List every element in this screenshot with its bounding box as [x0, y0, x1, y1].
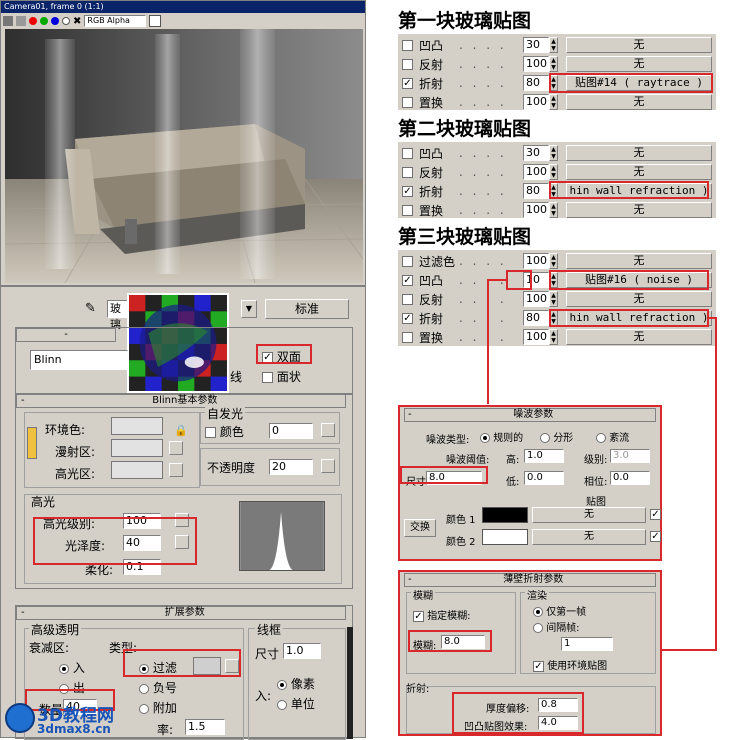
- every-nth-radio[interactable]: 间隔帧:: [533, 619, 580, 634]
- apply-blur-check: ✓: [413, 610, 424, 622]
- noise-color2-map-button[interactable]: 无: [532, 529, 646, 545]
- noise-color1-map-checkbox[interactable]: ✓: [650, 509, 661, 520]
- use-env-checkbox[interactable]: ✓ 使用环境贴图: [533, 657, 607, 672]
- use-env-check: ✓: [533, 660, 544, 672]
- thinwall-render-group: 渲染 仅第一帧 间隔帧: 1 ✓ 使用环境贴图: [520, 587, 656, 674]
- highlight-noise-size: [400, 466, 488, 484]
- highlight-blur: [408, 630, 492, 652]
- highlight-thickness-bump: [452, 692, 584, 734]
- apply-blur-checkbox[interactable]: ✓ 指定模糊:: [413, 607, 471, 622]
- noise-maps-label: 贴图: [586, 497, 606, 508]
- first-frame-label: 仅第一帧: [546, 607, 587, 618]
- every-nth-value[interactable]: 1: [561, 637, 613, 651]
- thinwall-blur-title: 模糊: [411, 587, 435, 602]
- noise-phase-value[interactable]: 0.0: [610, 471, 650, 485]
- noise-swap-button[interactable]: 交换: [404, 519, 436, 537]
- noise-fractal-radio-dot: [540, 433, 550, 443]
- apply-blur-label: 指定模糊:: [427, 611, 471, 622]
- noise-fractal-radio[interactable]: 分形: [540, 429, 573, 444]
- noise-phase-label: 相位:: [584, 477, 608, 488]
- noise-low-value[interactable]: 0.0: [524, 471, 564, 485]
- noise-type-label: 噪波类型:: [426, 435, 470, 446]
- noise-turbulence-radio-dot: [596, 433, 606, 443]
- thinwall-params-header[interactable]: - 薄壁折射参数: [404, 573, 656, 587]
- thinwall-params-title: 薄壁折射参数: [503, 574, 564, 585]
- first-frame-radio-dot: [533, 607, 543, 617]
- noise-levels-label: 级别:: [584, 455, 608, 466]
- noise-color1-swatch[interactable]: [482, 507, 528, 523]
- noise-low-label: 低:: [506, 477, 520, 488]
- use-env-label: 使用环境贴图: [547, 661, 608, 672]
- every-nth-radio-dot: [533, 623, 543, 633]
- noise-regular-label: 规则的: [493, 433, 524, 444]
- noise-turbulence-label: 紊流: [609, 433, 630, 444]
- noise-threshold-label: 噪波阈值:: [446, 455, 490, 466]
- noise-color2-swatch[interactable]: [482, 529, 528, 545]
- noise-turbulence-radio[interactable]: 紊流: [596, 429, 629, 444]
- noise-color2-label: 颜色 2: [446, 537, 476, 548]
- noise-high-label: 高:: [506, 455, 520, 466]
- noise-regular-radio-dot: [480, 433, 490, 443]
- thinwall-render-title: 渲染: [525, 587, 549, 602]
- noise-color2-map-checkbox[interactable]: ✓: [650, 531, 661, 542]
- noise-color1-label: 颜色 1: [446, 515, 476, 526]
- noise-color1-map-button[interactable]: 无: [532, 507, 646, 523]
- noise-regular-radio[interactable]: 规则的: [480, 429, 523, 444]
- noise-params-header[interactable]: - 噪波参数: [404, 408, 656, 422]
- noise-levels-value[interactable]: 3.0: [610, 449, 650, 463]
- noise-params-title: 噪波参数: [513, 409, 554, 420]
- every-nth-label: 间隔帧:: [546, 623, 580, 634]
- noise-high-value[interactable]: 1.0: [524, 449, 564, 463]
- noise-fractal-label: 分形: [553, 433, 574, 444]
- first-frame-radio[interactable]: 仅第一帧: [533, 603, 586, 618]
